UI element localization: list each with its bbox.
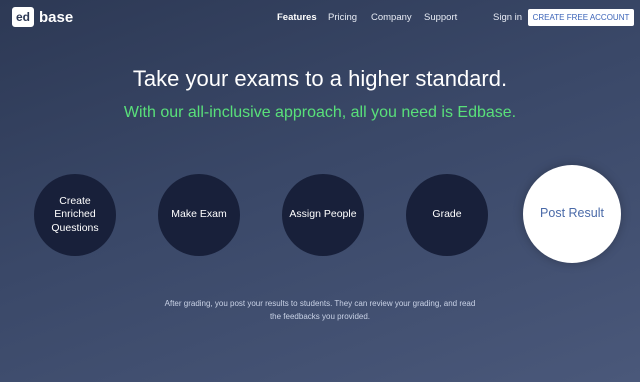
nav-link-pricing[interactable]: Pricing (328, 12, 357, 23)
step-grade[interactable]: Grade (406, 174, 488, 256)
logo-mark: ed (12, 7, 34, 27)
hero-subheadline: With our all-inclusive approach, all you… (123, 104, 517, 121)
step-create-enriched-questions[interactable]: Create Enriched Questions (34, 174, 116, 256)
step-assign-people[interactable]: Assign People (282, 174, 364, 256)
hero-headline: Take your exams to a higher standard. (132, 66, 508, 91)
nav-link-features[interactable]: Features (277, 12, 317, 23)
nav-link-support[interactable]: Support (424, 12, 457, 23)
step-description: After grading, you post your results to … (164, 299, 476, 321)
edbase-logo[interactable]: ed base (12, 7, 73, 27)
sign-in-link[interactable]: Sign in (493, 12, 522, 23)
logo-name: base (39, 8, 74, 26)
step-make-exam[interactable]: Make Exam (158, 174, 240, 256)
top-navigation-bar: ed base Features Pricing Company Support… (0, 0, 640, 36)
create-free-account-button[interactable]: CREATE FREE ACCOUNT (528, 9, 634, 26)
nav-link-company[interactable]: Company (371, 12, 412, 23)
step-post-result[interactable]: Post Result (523, 165, 621, 263)
